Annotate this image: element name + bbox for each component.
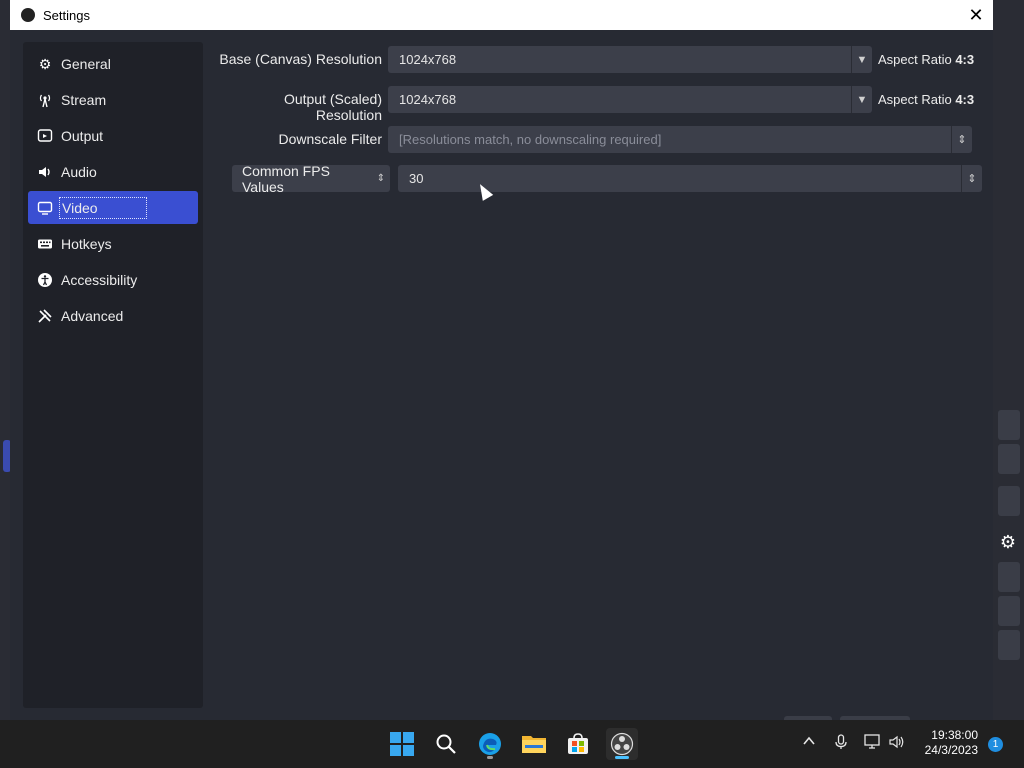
accessibility-icon	[37, 272, 53, 288]
microphone-icon[interactable]	[834, 734, 848, 754]
file-explorer-icon[interactable]	[518, 728, 550, 760]
settings-dialog: Settings ✕ ⚙ General Stream Output Audio	[10, 0, 993, 720]
spinner-arrows-icon[interactable]: ⇕	[951, 126, 972, 153]
chevron-up-icon[interactable]	[802, 734, 816, 752]
chevron-down-icon[interactable]: ▼	[851, 46, 872, 73]
downscale-filter-label: Downscale Filter	[278, 131, 382, 147]
taskbar	[0, 720, 1024, 768]
clock-time: 19:38:00	[931, 728, 978, 742]
sidebar-item-stream[interactable]: Stream	[28, 83, 198, 116]
aspect-ratio-value: 4:3	[955, 52, 975, 67]
fps-type-select[interactable]: Common FPS Values ⇕	[232, 162, 390, 195]
sidebar-item-label: Output	[61, 127, 104, 144]
speaker-icon	[37, 164, 53, 180]
spinner-arrows-icon[interactable]: ⇕	[961, 165, 982, 192]
microsoft-store-icon[interactable]	[562, 728, 594, 760]
base-resolution-label: Base (Canvas) Resolution	[219, 51, 382, 67]
tools-icon	[37, 308, 53, 324]
search-icon[interactable]	[430, 728, 462, 760]
aspect-ratio-value: 4:3	[955, 92, 975, 107]
background-dock-button[interactable]	[998, 410, 1020, 440]
sidebar-item-output[interactable]: Output	[28, 119, 198, 152]
sidebar-item-label: General	[61, 55, 111, 72]
aspect-ratio-prefix: Aspect Ratio	[878, 92, 952, 107]
spinner-arrows-icon: ⇕	[376, 173, 386, 184]
base-resolution-value: 1024x768	[399, 52, 457, 67]
chevron-down-icon[interactable]: ▼	[851, 86, 872, 113]
sidebar-item-video[interactable]: Video	[28, 191, 198, 224]
dialog-title: Settings	[43, 7, 90, 23]
sidebar-item-label: Hotkeys	[61, 235, 112, 252]
output-resolution-label: Output (Scaled) Resolution	[283, 91, 382, 123]
network-icon[interactable]	[864, 734, 882, 754]
sidebar-item-label: Accessibility	[61, 271, 138, 288]
output-aspect-ratio: Aspect Ratio 4:3	[878, 92, 974, 107]
obs-logo-icon	[21, 8, 35, 22]
gear-icon[interactable]: ⚙	[997, 531, 1019, 553]
background-dock-button[interactable]	[998, 562, 1020, 592]
fps-type-value: Common FPS Values	[242, 162, 330, 195]
keyboard-icon	[37, 236, 53, 252]
aspect-ratio-prefix: Aspect Ratio	[878, 52, 952, 67]
sidebar-item-label: Video	[59, 196, 147, 219]
volume-icon[interactable]	[888, 734, 906, 754]
edge-browser-icon[interactable]	[474, 728, 506, 760]
sidebar-item-accessibility[interactable]: Accessibility	[28, 263, 198, 296]
sidebar-item-advanced[interactable]: Advanced	[28, 299, 198, 332]
output-resolution-combo[interactable]: 1024x768 ▼	[388, 86, 872, 113]
broadcast-icon	[37, 92, 53, 108]
background-dock-button[interactable]	[998, 630, 1020, 660]
obs-studio-icon[interactable]	[606, 728, 638, 760]
monitor-icon	[37, 200, 53, 216]
gear-icon: ⚙	[38, 55, 52, 72]
sidebar-item-label: Advanced	[61, 307, 124, 324]
sidebar-item-label: Stream	[61, 91, 107, 108]
sidebar-item-general[interactable]: ⚙ General	[28, 47, 198, 80]
dialog-titlebar: Settings ✕	[10, 0, 993, 30]
sidebar-item-audio[interactable]: Audio	[28, 155, 198, 188]
close-icon[interactable]: ✕	[965, 4, 987, 26]
video-settings-panel: Base (Canvas) Resolution 1024x768 ▼ Aspe…	[218, 42, 988, 708]
output-icon	[37, 128, 53, 144]
background-dock-button[interactable]	[998, 596, 1020, 626]
settings-sidebar: ⚙ General Stream Output Audio Video Hotk…	[23, 42, 203, 708]
windows-start-icon[interactable]	[386, 728, 418, 760]
notification-badge[interactable]: 1	[988, 737, 1003, 752]
base-resolution-combo[interactable]: 1024x768 ▼	[388, 46, 872, 73]
downscale-filter-value: [Resolutions match, no downscaling requi…	[399, 132, 662, 147]
background-dock-button[interactable]	[998, 444, 1020, 474]
base-aspect-ratio: Aspect Ratio 4:3	[878, 52, 974, 67]
sidebar-item-hotkeys[interactable]: Hotkeys	[28, 227, 198, 260]
output-resolution-value: 1024x768	[399, 92, 457, 107]
sidebar-item-label: Audio	[61, 163, 97, 180]
downscale-filter-select[interactable]: [Resolutions match, no downscaling requi…	[388, 126, 972, 153]
clock-date: 24/3/2023	[924, 743, 978, 757]
taskbar-clock[interactable]: 19:38:00 24/3/2023	[916, 728, 978, 758]
background-dock-button[interactable]	[998, 486, 1020, 516]
